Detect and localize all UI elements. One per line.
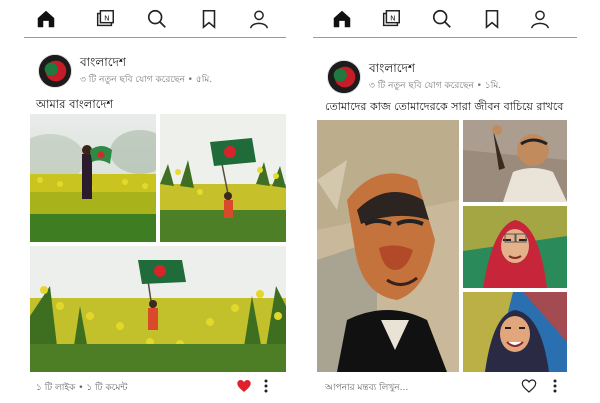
profile-icon[interactable] [528,7,552,31]
top-nav-bar: N [313,0,577,38]
post-stats: ১ টি লাইক • ১ টি কমেন্ট [36,380,127,395]
profile-icon[interactable] [247,7,271,31]
photo-portrait-painting[interactable] [317,120,459,372]
right-phone-screen: N বাংলাদেশ ৩ টি নতুন ছবি যোগ করেছেন • ১ম… [313,0,577,403]
post-author[interactable]: বাংলাদেশ [369,60,415,80]
heart-outline-icon[interactable] [521,378,537,394]
post-caption: আমার বাংলাদেশ [36,97,114,111]
heart-icon[interactable] [236,378,252,394]
photo-woman-portrait-painting[interactable] [463,206,567,288]
post-footer: আপনার মন্তব্য লিখুন... [325,376,563,398]
more-options-icon[interactable] [547,378,563,394]
photo-speech-painting[interactable] [463,120,567,202]
stats-separator: • [78,383,84,393]
likes-count[interactable]: ১ টি লাইক [36,383,75,393]
post-caption: তোমাদের কাজ তোমাদেরকে সারা জীবন বাচিয়ে … [325,100,564,113]
post-header: বাংলাদেশ ৩ টি নতুন ছবি যোগ করেছেন • ১মি. [327,58,577,98]
news-icon[interactable]: N [93,7,117,31]
home-icon[interactable] [330,7,354,31]
more-options-icon[interactable] [258,378,274,394]
photo-smiling-woman-painting[interactable] [463,292,567,372]
search-icon[interactable] [145,7,169,31]
comments-count[interactable]: ১ টি কমেন্ট [86,383,127,393]
comment-input[interactable]: আপনার মন্তব্য লিখুন... [325,380,408,395]
svg-text:N: N [104,13,109,22]
photo-boy-with-flag[interactable] [30,246,286,372]
photo-child-waving-flag[interactable] [160,114,286,242]
post-header: বাংলাদেশ ৩ টি নতুন ছবি যোগ করেছেন • ৫মি. [38,52,286,92]
left-phone-screen: N বাংলাদেশ ৩ টি নতুন ছবি যোগ করেছেন • ৫ম… [24,0,286,403]
photo-girl-with-flag[interactable] [30,114,156,242]
avatar[interactable] [38,54,72,88]
svg-text:N: N [390,13,395,22]
bookmark-icon[interactable] [197,7,221,31]
search-icon[interactable] [430,7,454,31]
home-icon[interactable] [34,7,58,31]
post-meta: ৩ টি নতুন ছবি যোগ করেছেন • ৫মি. [80,75,213,85]
news-icon[interactable]: N [379,7,403,31]
post-footer: ১ টি লাইক • ১ টি কমেন্ট [36,376,274,398]
bookmark-icon[interactable] [480,7,504,31]
post-author[interactable]: বাংলাদেশ [80,54,126,74]
avatar[interactable] [327,60,361,94]
top-nav-bar: N [24,0,286,38]
post-meta: ৩ টি নতুন ছবি যোগ করেছেন • ১মি. [369,81,502,91]
